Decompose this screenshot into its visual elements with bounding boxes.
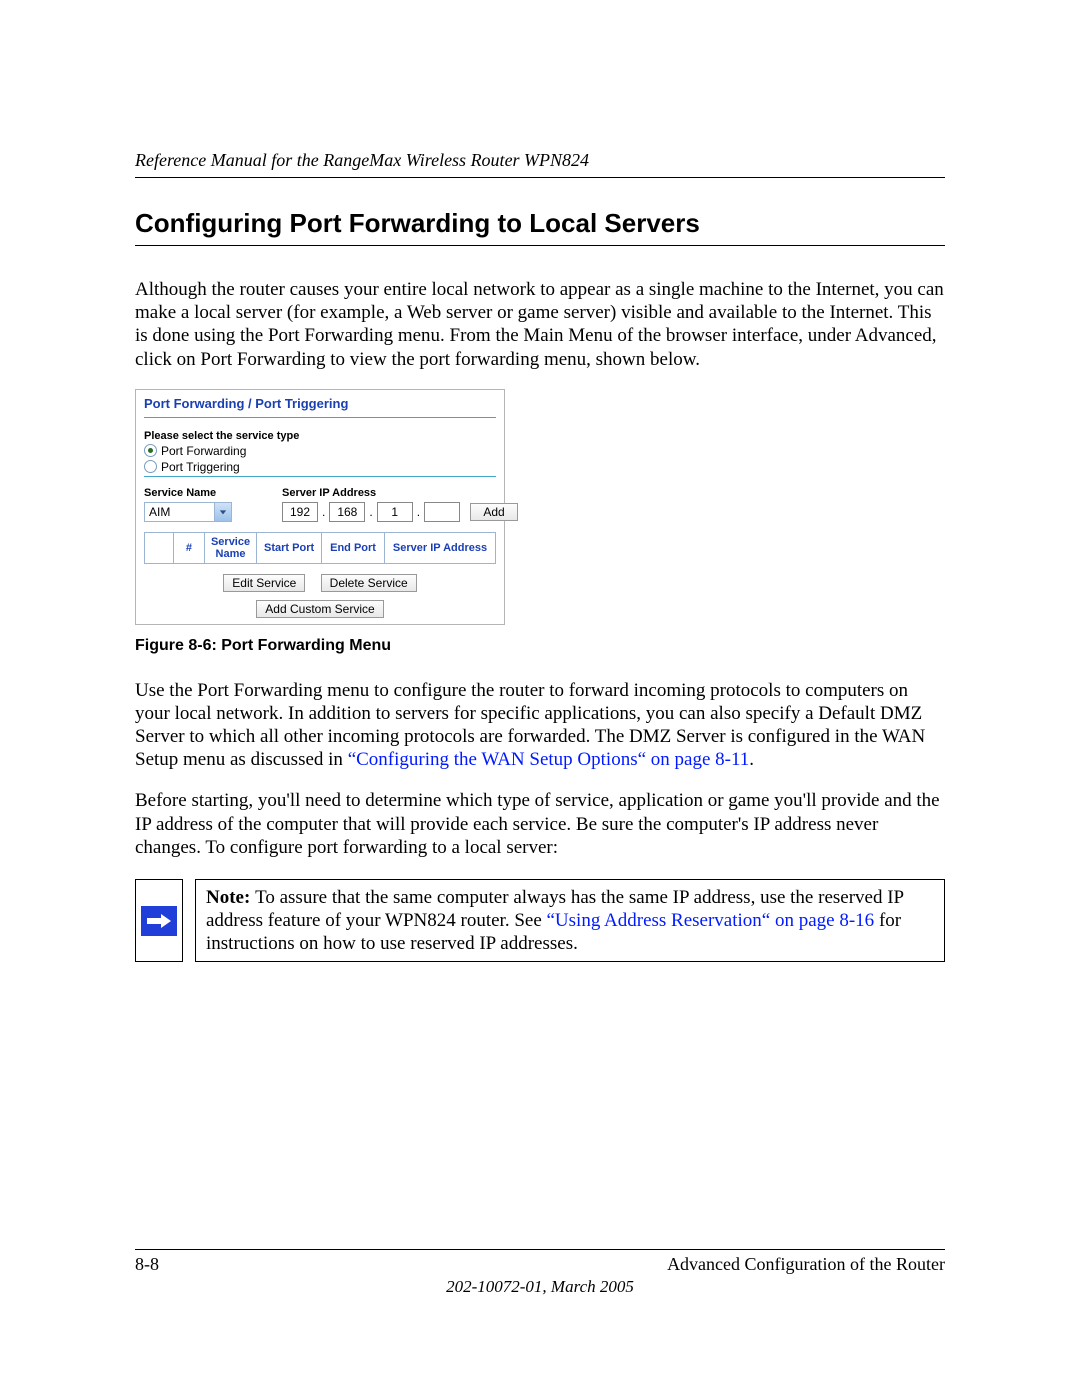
footer-chapter: Advanced Configuration of the Router [667,1254,945,1275]
add-button[interactable]: Add [470,503,518,521]
panel-separator [144,476,496,477]
note-icon-box [135,879,183,963]
intro-paragraph: Although the router causes your entire l… [135,278,945,371]
col-end-port: End Port [322,532,385,563]
col-start-port: Start Port [257,532,322,563]
delete-service-button[interactable]: Delete Service [321,574,417,592]
col-service-name: Service Name [204,532,256,563]
note-text: Note: To assure that the same computer a… [195,879,945,963]
ip-octet-2[interactable]: 168 [329,502,365,522]
crossref-wan-setup[interactable]: “Configuring the WAN Setup Options“ on p… [348,749,750,770]
footer-docid: 202-10072-01, March 2005 [135,1277,945,1297]
col-select [145,532,174,563]
note-lead: Note: [206,887,255,908]
running-header: Reference Manual for the RangeMax Wirele… [135,150,945,178]
ip-octet-1[interactable]: 192 [282,502,318,522]
radio-label: Port Triggering [161,460,240,474]
page-footer: 8-8 Advanced Configuration of the Router… [135,1249,945,1297]
radio-port-forwarding[interactable]: Port Forwarding [144,444,496,458]
edit-service-button[interactable]: Edit Service [223,574,305,592]
ip-octet-3[interactable]: 1 [377,502,413,522]
section-heading: Configuring Port Forwarding to Local Ser… [135,208,945,246]
page-number: 8-8 [135,1254,159,1275]
port-forwarding-screenshot: Port Forwarding / Port Triggering Please… [135,389,505,625]
service-type-prompt: Please select the service type [144,430,496,442]
prep-paragraph: Before starting, you'll need to determin… [135,789,945,859]
radio-icon [144,460,157,473]
add-custom-service-button[interactable]: Add Custom Service [256,600,383,618]
crossref-address-reservation[interactable]: “Using Address Reservation“ on page 8-16 [547,910,875,931]
service-name-label: Service Name [144,487,232,499]
services-table: # Service Name Start Port End Port Serve… [144,532,496,564]
select-value: AIM [149,505,170,519]
radio-label: Port Forwarding [161,444,246,458]
col-server-ip: Server IP Address [385,532,496,563]
usage-paragraph: Use the Port Forwarding menu to configur… [135,679,945,772]
ip-octet-4[interactable] [424,502,460,522]
radio-icon [144,444,157,457]
server-ip-label: Server IP Address [282,487,518,499]
arrow-right-icon [141,906,177,936]
service-name-select[interactable]: AIM [144,502,232,522]
radio-port-triggering[interactable]: Port Triggering [144,460,496,474]
col-num: # [173,532,204,563]
chevron-down-icon [214,503,231,521]
figure-caption: Figure 8-6: Port Forwarding Menu [135,637,945,655]
panel-title: Port Forwarding / Port Triggering [144,394,496,417]
panel-separator [144,417,496,418]
